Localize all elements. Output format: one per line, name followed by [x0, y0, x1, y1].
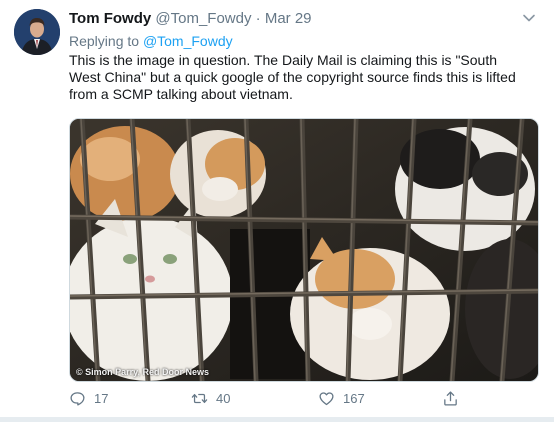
retweet-button[interactable]: 40	[191, 388, 230, 408]
retweet-icon	[191, 393, 208, 403]
retweet-count: 40	[216, 390, 231, 406]
display-name[interactable]: Tom Fowdy	[69, 10, 151, 27]
user-avatar-icon	[14, 9, 60, 55]
divider	[0, 417, 554, 422]
timestamp[interactable]: Mar 29	[265, 10, 312, 27]
like-button[interactable]: 167	[318, 388, 365, 408]
chevron-down-icon[interactable]	[522, 11, 536, 25]
tweet-text: This is the image in question. The Daily…	[69, 52, 516, 102]
share-button[interactable]	[442, 388, 467, 408]
avatar[interactable]	[14, 9, 60, 55]
reply-count: 17	[94, 390, 109, 406]
reply-icon	[70, 391, 85, 406]
replying-to: Replying to @Tom_Fowdy	[69, 32, 233, 50]
photo-credit: © Simon Parry, Red Door News	[76, 367, 209, 377]
separator: ·	[255, 10, 261, 27]
share-icon	[444, 390, 457, 406]
caged-cats-photo	[70, 119, 538, 381]
tweet-header: Tom Fowdy @Tom_Fowdy · Mar 29	[69, 10, 524, 28]
replying-to-label: Replying to	[69, 33, 140, 49]
reply-mention-link[interactable]: @Tom_Fowdy	[143, 33, 233, 49]
tweet-photo[interactable]: © Simon Parry, Red Door News	[69, 118, 539, 382]
reply-button[interactable]: 17	[69, 388, 108, 408]
like-icon	[319, 391, 334, 405]
handle[interactable]: @Tom_Fowdy	[155, 10, 251, 27]
like-count: 167	[343, 390, 365, 406]
action-bar: 17 40 167	[69, 388, 489, 408]
tweet-card[interactable]: Tom Fowdy @Tom_Fowdy · Mar 29 Replying t…	[0, 0, 554, 422]
